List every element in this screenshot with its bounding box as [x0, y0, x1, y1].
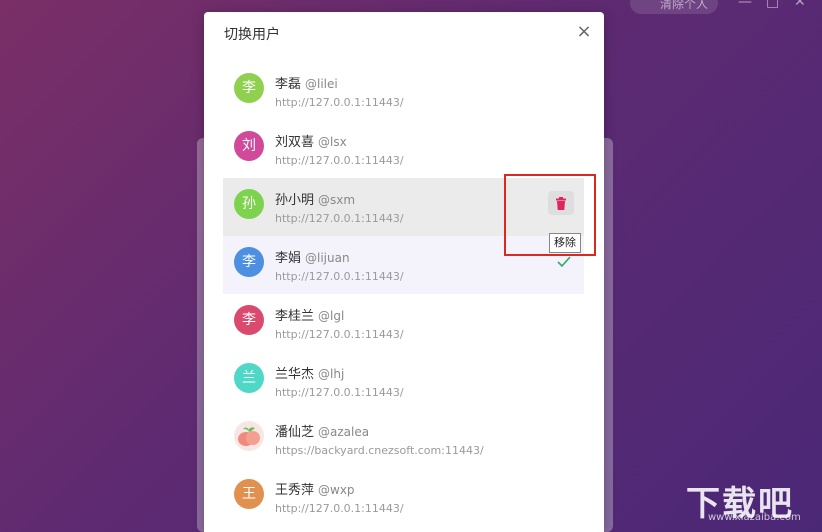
user-row[interactable]: 潘仙芝 @azalea https://backyard.cnezsoft.com:… — [223, 410, 584, 468]
server-url: http://127.0.0.1:11443/ — [275, 212, 404, 225]
user-name: 兰华杰 — [275, 367, 315, 382]
user-row[interactable]: 李李桂兰 @lgl http://127.0.0.1:11443/ — [223, 294, 584, 352]
avatar: 孙 — [234, 189, 264, 219]
user-name-line: 李桂兰 @lgl — [275, 305, 344, 324]
user-name-line: 刘双喜 @lsx — [275, 131, 347, 150]
server-url: http://127.0.0.1:11443/ — [275, 328, 404, 341]
user-name-line: 王秀萍 @wxp — [275, 479, 355, 498]
close-window-icon[interactable]: ✕ — [794, 0, 806, 10]
user-handle: @lilei — [305, 77, 338, 91]
user-row[interactable]: 兰兰华杰 @lhj http://127.0.0.1:11443/ — [223, 352, 584, 410]
user-name: 孙小明 — [275, 193, 315, 208]
user-row[interactable]: 李李磊 @lilei http://127.0.0.1:11443/ — [223, 62, 584, 120]
watermark-logo: 下载吧 www.xiazaiba.com — [686, 476, 801, 525]
user-handle: @lsx — [318, 135, 347, 149]
avatar — [234, 421, 264, 451]
server-url: http://127.0.0.1:11443/ — [275, 96, 404, 109]
user-name-line: 兰华杰 @lhj — [275, 363, 344, 382]
server-url: http://127.0.0.1:11443/ — [275, 154, 404, 167]
close-icon[interactable]: × — [576, 23, 592, 41]
user-handle: @azalea — [318, 425, 370, 439]
watermark-url: www.xiazaiba.com — [708, 512, 801, 523]
user-handle: @lijuan — [305, 251, 350, 265]
user-name-line: 潘仙芝 @azalea — [275, 421, 369, 440]
clear-button[interactable]: 清除个人 — [630, 0, 718, 14]
avatar: 李 — [234, 305, 264, 335]
avatar: 刘 — [234, 131, 264, 161]
avatar: 李 — [234, 247, 264, 277]
user-handle: @lhj — [318, 367, 345, 381]
user-name: 王秀萍 — [275, 483, 315, 498]
avatar: 李 — [234, 73, 264, 103]
user-handle: @lgl — [318, 309, 345, 323]
avatar: 兰 — [234, 363, 264, 393]
server-url: http://127.0.0.1:11443/ — [275, 386, 404, 399]
switch-user-dialog: 切换用户 × 李李磊 @lilei http://127.0.0.1:11443/刘… — [204, 12, 604, 532]
minimize-icon[interactable]: — — [738, 0, 752, 10]
user-row[interactable]: 刘刘双喜 @lsx http://127.0.0.1:11443/ — [223, 120, 584, 178]
user-handle: @wxp — [318, 483, 355, 497]
user-name: 潘仙芝 — [275, 425, 315, 440]
check-icon — [557, 256, 571, 268]
peach-avatar-icon — [238, 427, 260, 446]
avatar: 王 — [234, 479, 264, 509]
dialog-header: 切换用户 × — [204, 12, 604, 56]
user-name-line: 孙小明 @sxm — [275, 189, 355, 208]
user-name-line: 李磊 @lilei — [275, 73, 338, 92]
user-name: 李娟 — [275, 251, 302, 266]
user-row[interactable]: 王王秀萍 @wxp http://127.0.0.1:11443/ — [223, 468, 584, 526]
user-name: 李桂兰 — [275, 309, 315, 324]
dialog-title: 切换用户 — [224, 27, 280, 43]
user-name: 刘双喜 — [275, 135, 315, 150]
server-url: http://127.0.0.1:11443/ — [275, 270, 404, 283]
maximize-icon[interactable]: □ — [766, 0, 779, 10]
highlight-annotation-box — [504, 174, 596, 256]
user-name: 李磊 — [275, 77, 302, 92]
server-url: http://127.0.0.1:11443/ — [275, 502, 404, 515]
server-url: https://backyard.cnezsoft.com:11443/ — [275, 444, 484, 457]
user-list: 李李磊 @lilei http://127.0.0.1:11443/刘刘双喜 @lsx… — [223, 62, 584, 526]
user-handle: @sxm — [318, 193, 356, 207]
user-name-line: 李娟 @lijuan — [275, 247, 350, 266]
